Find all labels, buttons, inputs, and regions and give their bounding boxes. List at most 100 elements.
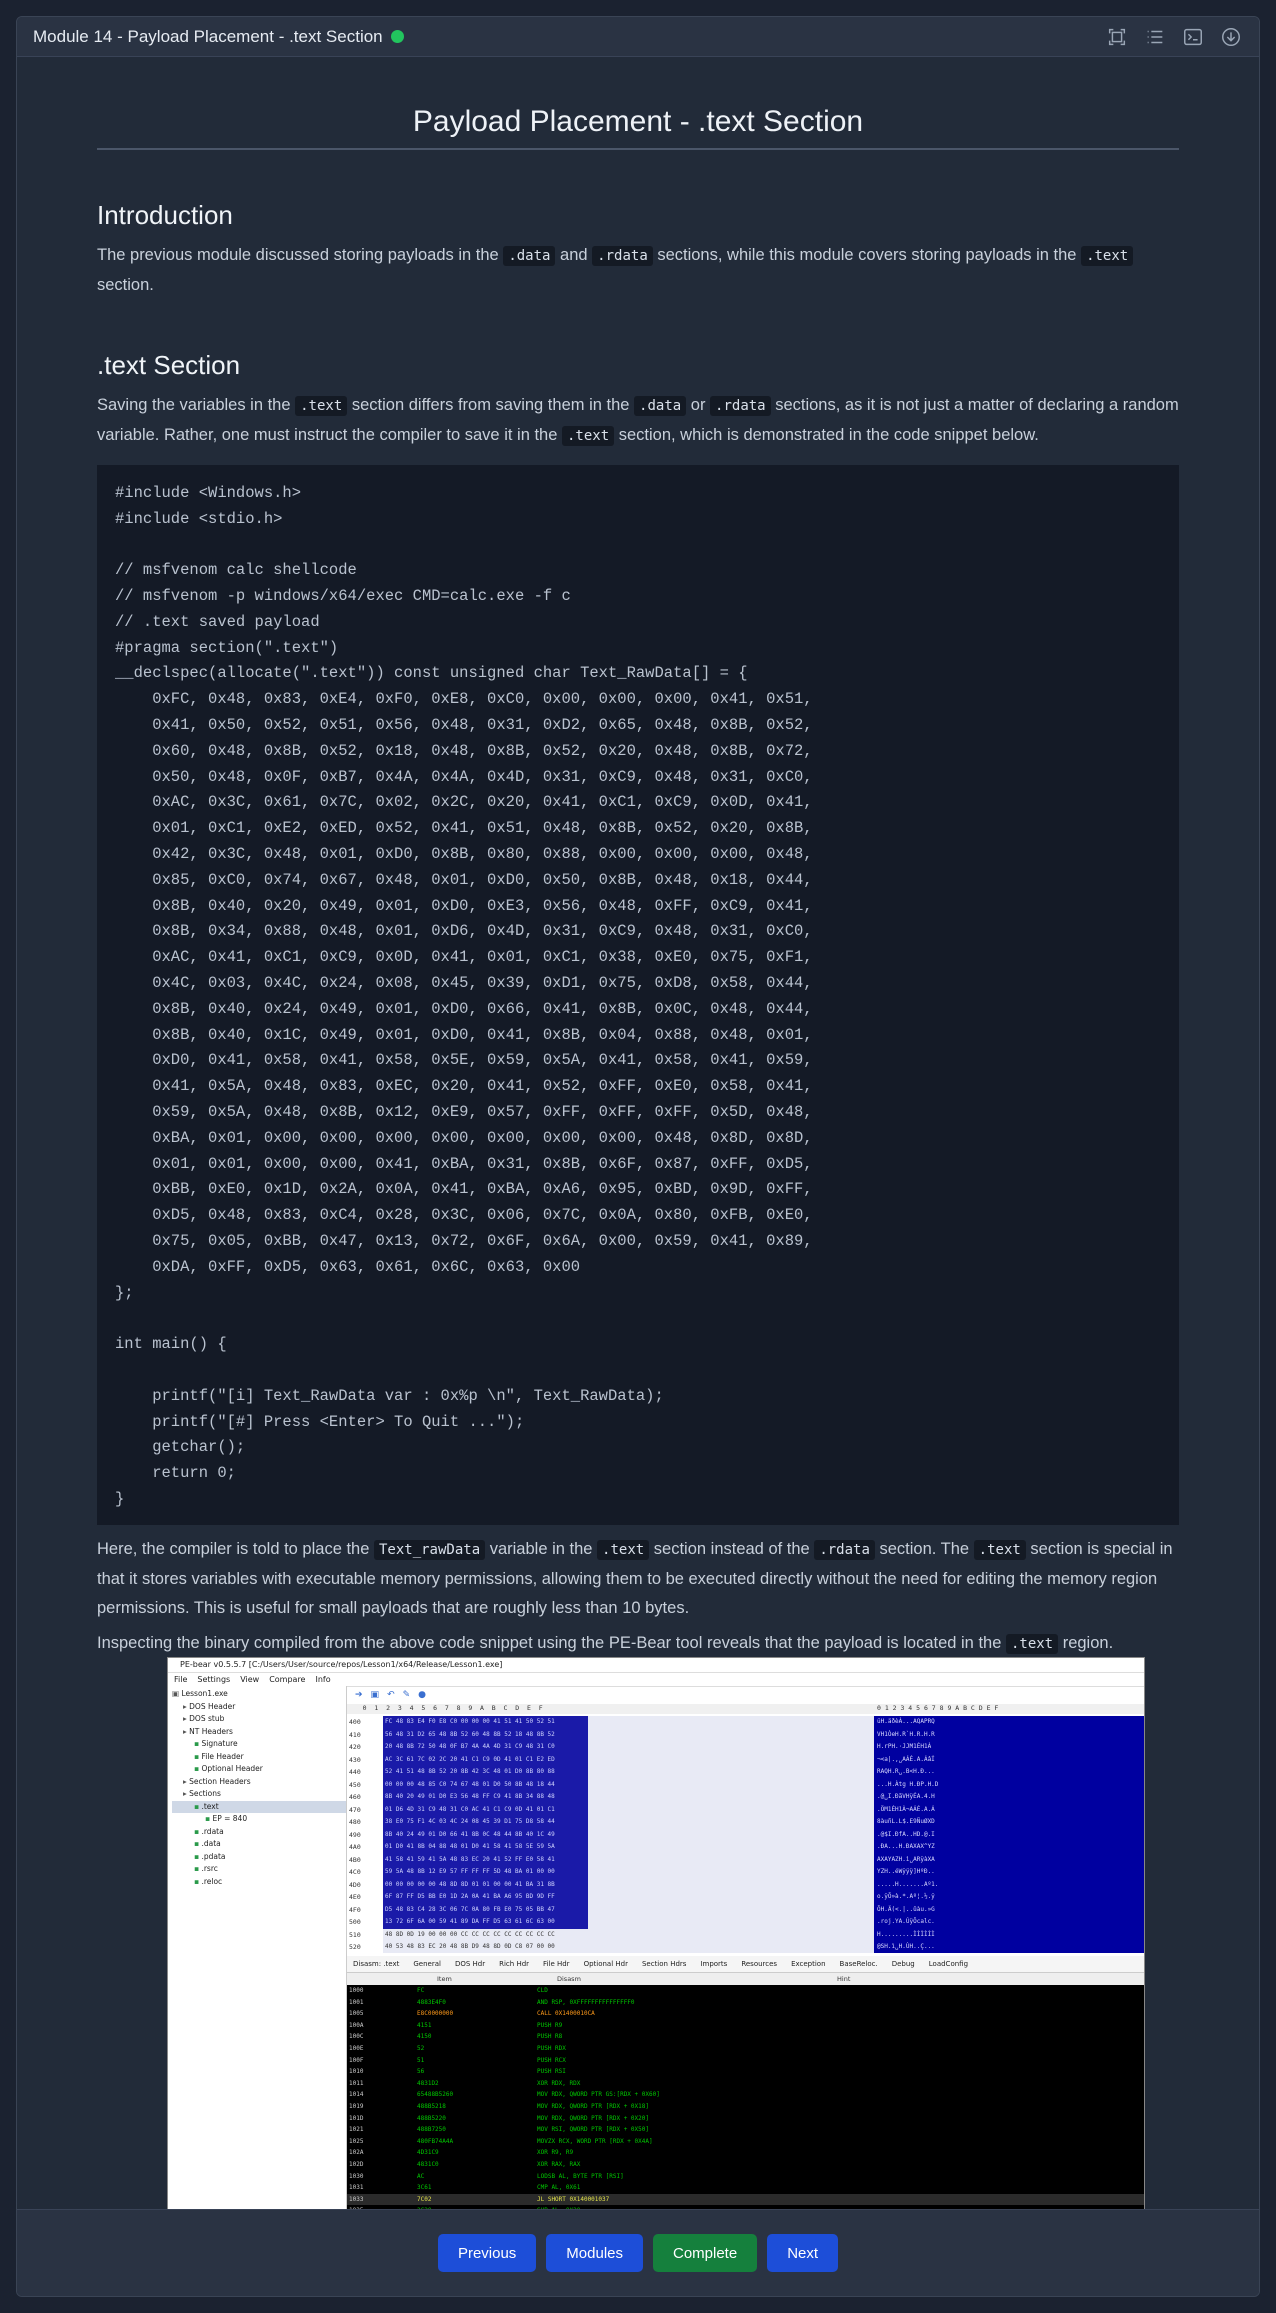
disasm-bytes: 51 (417, 2056, 425, 2064)
hex-header: 0 1 2 3 4 5 6 7 8 9 A B C D E F0 1 2 3 4… (347, 1704, 1144, 1714)
hex-address: 4F0 (349, 1905, 361, 1914)
hex-address: 4D0 (349, 1880, 361, 1889)
hex-row: FC 48 83 E4 F0 E8 C0 00 00 00 41 51 41 5… (383, 1716, 588, 1729)
pebear-menu-item[interactable]: Settings (197, 1673, 230, 1686)
tree-node[interactable]: ▪ .rdata (172, 1826, 346, 1839)
pebear-tab[interactable]: Imports (700, 1956, 727, 1972)
tree-node[interactable]: ▪ .text (172, 1800, 346, 1813)
pebear-menu-item[interactable]: Info (315, 1673, 330, 1686)
disasm-instruction: PUSH R8 (537, 2033, 563, 2041)
text-section-paragraph: Saving the variables in the .text sectio… (97, 395, 1179, 446)
inline-code: .text (295, 395, 348, 416)
pebear-tab[interactable]: BaseReloc. (840, 1956, 878, 1972)
terminal-icon[interactable] (1181, 25, 1205, 49)
hex-row: 59 5A 48 8B 12 E9 57 FF FF FF 5D 48 BA 0… (383, 1866, 588, 1879)
disasm-instruction: CMP AL, 0X61 (537, 2184, 581, 2192)
disasm-row[interactable]: 1014 65488B5260 MOV RDX, QWORD PTR GS:[RDX… (347, 2089, 1144, 2101)
disasm-row[interactable]: 1025 480FB74A4A MOVZX RCX, WORD PTR [RDX +… (347, 2136, 1144, 2148)
disasm-row[interactable]: 1033 7C02 JL SHORT 0X140001037 (347, 2193, 1144, 2206)
disasm-instruction: XOR RAX, RAX (537, 2160, 581, 2168)
disasm-bytes: 4D31C9 (417, 2149, 439, 2157)
introduction-paragraph: The previous module discussed storing pa… (97, 241, 1179, 300)
tree-node[interactable]: ▪ .rsrc (172, 1863, 346, 1876)
pebear-tab[interactable]: Exception (791, 1956, 825, 1972)
disasm-bytes: 3C61 (417, 2184, 432, 2192)
hex-row: 40 53 48 83 EC 20 48 8B D9 48 8D 0D C8 0… (385, 1943, 555, 1950)
pebear-tab[interactable]: LoadConfig (929, 1956, 968, 1972)
list-icon[interactable] (1143, 25, 1167, 49)
disasm-bytes: 4831D2 (417, 2079, 439, 2087)
disasm-row[interactable]: 1010 56 PUSH RSI (347, 2066, 1144, 2078)
ascii-row: ¬<a|.,␣AÁÉ.A.ÁâÍ (877, 1755, 935, 1763)
previous-button[interactable]: Previous (437, 2234, 537, 2272)
pebear-tab[interactable]: File Hdr (543, 1956, 570, 1972)
disasm-row[interactable]: 100C 4150 PUSH R8 (347, 2031, 1144, 2043)
disasm-row[interactable]: 100F 51 PUSH RCX (347, 2055, 1144, 2067)
disasm-row[interactable]: 1001 4883E4F0 AND RSP, 0XFFFFFFFFFFFFFFF0 (347, 1997, 1144, 2009)
pebear-tab[interactable]: Debug (892, 1956, 915, 1972)
disasm-row[interactable]: 1021 488B7250 MOV RSI, QWORD PTR [RDX + 0X… (347, 2124, 1144, 2136)
download-icon[interactable] (1219, 25, 1243, 49)
disasm-row[interactable]: 102D 4831C0 XOR RAX, RAX (347, 2159, 1144, 2171)
tree-node[interactable]: ▣ Lesson1.exe (172, 1688, 346, 1701)
disasm-bytes: E8C0000000 (417, 2010, 454, 2018)
ascii-row: ÕH.Ä(<.|..ûàu.»G (877, 1905, 935, 1913)
disasm-instruction: PUSH RDX (537, 2044, 566, 2052)
tree-node[interactable]: ▪ EP = 840 (172, 1813, 346, 1826)
pebear-menu: File Settings View Compare Info (168, 1673, 1144, 1687)
pebear-tab[interactable]: Section Hdrs (642, 1956, 686, 1972)
pebear-menu-item[interactable]: Compare (269, 1673, 305, 1686)
tree-node[interactable]: ▸ NT Headers (172, 1726, 346, 1739)
pebear-tabs: Disasm: .text General DOS Hdr Rich Hdr File … (347, 1956, 1144, 1973)
hex-address: 470 (349, 1805, 361, 1814)
disasm-row[interactable]: 101D 488B5220 MOV RDX, QWORD PTR [RDX + 0X… (347, 2113, 1144, 2125)
next-button[interactable]: Next (767, 2234, 839, 2272)
hex-address: 400 (349, 1718, 361, 1726)
tree-node[interactable]: ▪ .data (172, 1838, 346, 1851)
disasm-bytes: 4883E4F0 (417, 1998, 446, 2006)
code-block[interactable]: #include <Windows.h> #include <stdio.h> … (97, 464, 1179, 1525)
ascii-row: .@$I.ÐfA..HD.@.I (877, 1830, 935, 1838)
tree-node[interactable]: ▸ Sections (172, 1788, 346, 1801)
pebear-tree: ▣ Lesson1.exe ▸ DOS Header ▸ DOS stub ▸ NT … (168, 1686, 346, 1888)
disasm-row[interactable]: 102A 4D31C9 XOR R9, R9 (347, 2147, 1144, 2159)
disasm-row[interactable]: 100E 52 PUSH RDX (347, 2043, 1144, 2055)
pebear-tab[interactable]: Disasm: .text (353, 1956, 399, 1972)
introduction-section: Introduction The previous module discuss… (97, 200, 1179, 300)
pebear-tab[interactable]: General (413, 1956, 441, 1972)
disasm-row[interactable]: 1019 488B5218 MOV RDX, QWORD PTR [RDX + 0X… (347, 2101, 1144, 2113)
hex-address: 420 (349, 1743, 361, 1751)
disasm-row[interactable]: 1000 FC CLD (347, 1985, 1144, 1997)
disasm-address: 101D (349, 2114, 364, 2122)
modules-button[interactable]: Modules (546, 2234, 643, 2272)
fullscreen-icon[interactable] (1105, 25, 1129, 49)
disasm-row[interactable]: 1011 4831D2 XOR RDX, RDX (347, 2078, 1144, 2090)
pebear-menu-item[interactable]: File (174, 1673, 187, 1686)
pebear-menu-item[interactable]: View (240, 1673, 259, 1686)
tree-node-label: .reloc (201, 1876, 223, 1886)
tree-node-label: .rsrc (201, 1864, 218, 1873)
hex-row: 8B 40 24 49 01 D0 66 41 8B 0C 48 44 8B 4… (383, 1828, 588, 1841)
pebear-tab[interactable]: Rich Hdr (499, 1956, 529, 1972)
explanation-paragraph: Here, the compiler is told to place the … (97, 1539, 1173, 1617)
ascii-row: 8àuñL.L$.E9ÑuØXD (877, 1818, 935, 1825)
pebear-tab[interactable]: Optional Hdr (584, 1956, 628, 1972)
tree-node[interactable]: ▪ Optional Header (172, 1763, 346, 1776)
tree-node[interactable]: ▪ Signature (172, 1738, 346, 1751)
pebear-main-pane: ➔ ▣ ↶ ✎ ● 0 1 2 3 4 5 6 7 8 9 A B C D E … (347, 1686, 1144, 2218)
disasm-row[interactable]: 100A 4151 PUSH R9 (347, 2020, 1144, 2032)
tree-node[interactable]: ▸ DOS Header (172, 1701, 346, 1714)
disasm-instruction: XOR RDX, RDX (537, 2079, 581, 2087)
disasm-row[interactable]: 1030 AC LODSB AL, BYTE PTR [RSI] (347, 2171, 1144, 2183)
disasm-row[interactable]: 1005 E8C0000000 CALL 0X1400010CA (347, 2008, 1144, 2020)
complete-button[interactable]: Complete (653, 2234, 758, 2272)
inline-code: Text_rawData (373, 1539, 486, 1560)
tree-node[interactable]: ▪ .pdata (172, 1851, 346, 1864)
disasm-row[interactable]: 1031 3C61 CMP AL, 0X61 (347, 2182, 1144, 2194)
tree-node[interactable]: ▪ .reloc (172, 1876, 346, 1889)
tree-node[interactable]: ▸ DOS stub (172, 1713, 346, 1726)
pebear-tab[interactable]: DOS Hdr (455, 1956, 485, 1972)
tree-node[interactable]: ▪ File Header (172, 1751, 346, 1764)
tree-node[interactable]: ▸ Section Headers (172, 1776, 346, 1789)
pebear-tab[interactable]: Resources (741, 1956, 777, 1972)
